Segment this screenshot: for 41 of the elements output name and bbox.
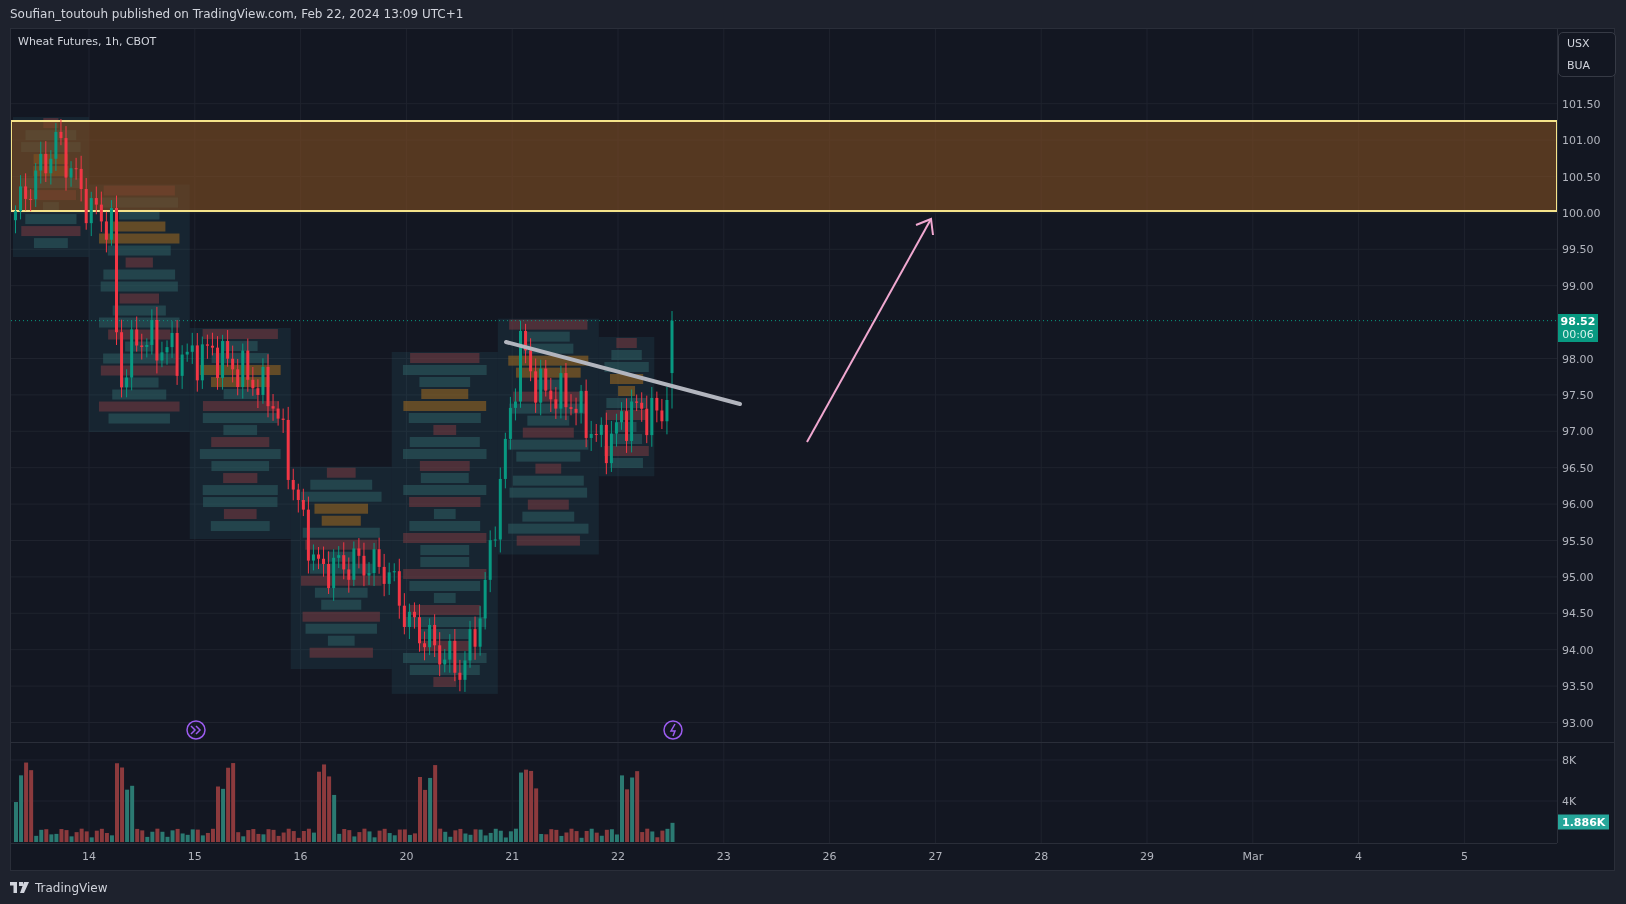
- price-tick: 99.50: [1562, 242, 1594, 256]
- price-tick: 97.00: [1562, 424, 1594, 438]
- time-tick: 20: [399, 850, 414, 863]
- volume-tick: 8K: [1562, 753, 1577, 767]
- price-tick: 101.00: [1562, 133, 1601, 147]
- price-tick: 94.00: [1562, 643, 1594, 657]
- time-tick: 28: [1034, 850, 1049, 863]
- time-tick: 5: [1460, 850, 1468, 863]
- brand-name: TradingView: [35, 880, 108, 895]
- price-tick: 101.50: [1562, 97, 1601, 111]
- time-tick: 22: [611, 850, 625, 863]
- price-tick: 99.00: [1562, 279, 1594, 293]
- time-tick: 27: [928, 850, 943, 863]
- time-tick: 26: [822, 850, 837, 863]
- time-tick: 23: [716, 850, 731, 863]
- currency-unit-selector[interactable]: USX BUA: [1558, 32, 1616, 77]
- time-tick: 14: [82, 850, 96, 863]
- price-tick: 96.50: [1562, 461, 1594, 475]
- price-tick: 100.00: [1562, 206, 1601, 220]
- price-tick: 94.50: [1562, 606, 1594, 620]
- chart-title: Wheat Futures, 1h, CBOT: [18, 35, 157, 48]
- price-tick: 93.50: [1562, 679, 1594, 693]
- price-tick: 98.00: [1562, 352, 1594, 365]
- volume-tick: 4K: [1562, 794, 1577, 808]
- unit-label: BUA: [1567, 59, 1592, 72]
- price-tick: 95.00: [1562, 570, 1594, 584]
- unit-label: USX: [1567, 37, 1591, 50]
- last-volume-tag: 1.886K: [1558, 814, 1610, 830]
- price-tick: 95.50: [1562, 534, 1594, 547]
- time-tick: 29: [1140, 850, 1154, 863]
- time-tick: 15: [187, 850, 202, 863]
- last-price-tag: 98.52 00:06: [1558, 313, 1598, 342]
- time-tick: 21: [505, 850, 520, 863]
- time-tick: 4: [1355, 850, 1363, 863]
- price-tick: 97.50: [1562, 388, 1594, 402]
- price-tick: 93.00: [1562, 716, 1594, 729]
- price-tick: 96.00: [1562, 497, 1594, 511]
- price-tick: 100.50: [1562, 170, 1601, 183]
- time-tick: 16: [293, 850, 308, 863]
- time-tick: Mar: [1242, 850, 1264, 863]
- publisher-line: Soufian_toutouh published on TradingView.com, Feb 22, 2024 13:09 UTC+1: [10, 7, 464, 21]
